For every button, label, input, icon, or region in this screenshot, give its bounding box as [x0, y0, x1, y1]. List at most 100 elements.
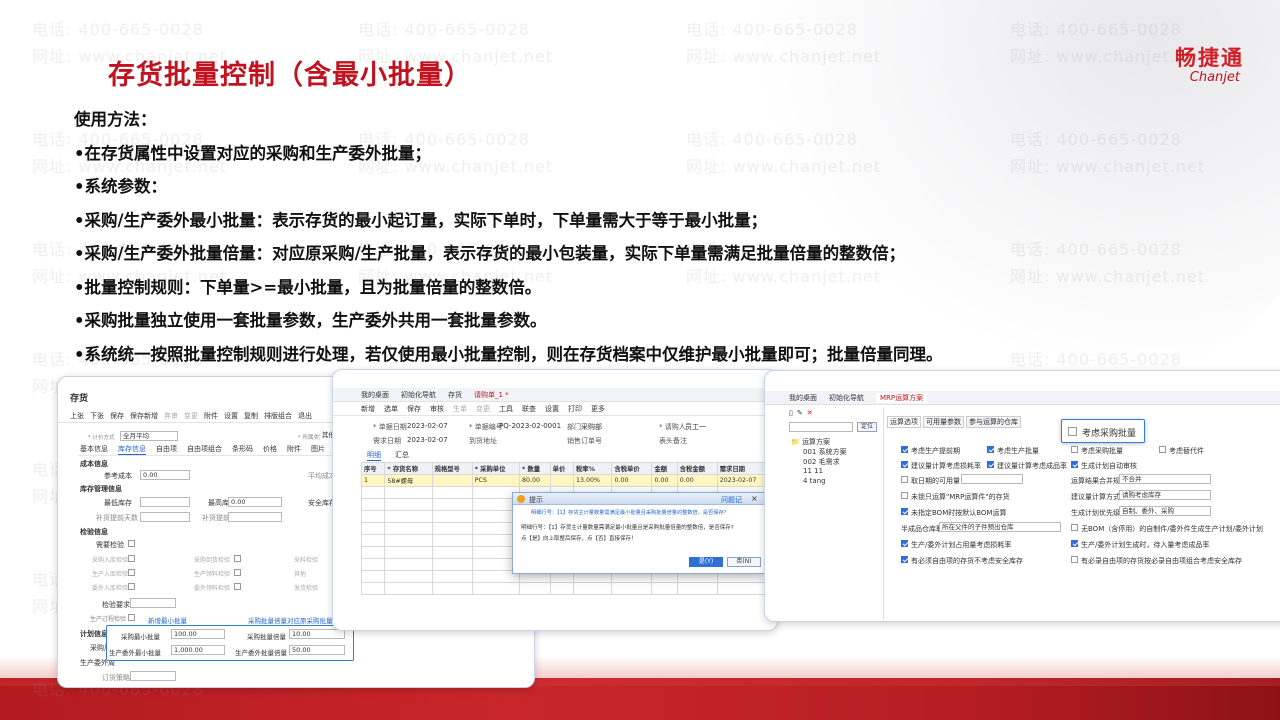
days1-input[interactable]: [140, 512, 190, 522]
tab-free[interactable]: 自由项: [156, 444, 177, 455]
toolbar-next[interactable]: 下张: [90, 411, 104, 421]
min-stock-input[interactable]: [140, 497, 190, 507]
opt-checkbox[interactable]: [901, 461, 908, 468]
subtab-warehouse[interactable]: 参与运算的仓库: [966, 416, 1021, 428]
opt-checkbox[interactable]: [987, 461, 994, 468]
opt-checkbox[interactable]: [1071, 540, 1078, 547]
max-stock-input[interactable]: 0.00: [228, 497, 282, 507]
toolbar-query[interactable]: 联查: [522, 404, 536, 414]
opt-checkbox[interactable]: [901, 476, 908, 483]
inspect-checkbox[interactable]: [128, 555, 135, 562]
tab-init-nav[interactable]: 初始化导航: [829, 393, 864, 403]
subtab-detail[interactable]: 明细: [367, 450, 381, 461]
delete-icon[interactable]: ✕: [807, 409, 813, 417]
inspect-checkbox[interactable]: [234, 583, 241, 590]
opt-checkbox[interactable]: [901, 556, 908, 563]
no-button[interactable]: 否(N): [727, 557, 761, 567]
edit-icon[interactable]: ✎: [797, 409, 803, 417]
opt-checkbox[interactable]: [901, 446, 908, 453]
tree-item[interactable]: 4 tang: [803, 477, 826, 485]
opt-checkbox[interactable]: [1071, 524, 1078, 531]
opt-checkbox[interactable]: [901, 492, 908, 499]
toolbar-select[interactable]: 选单: [384, 404, 398, 414]
toolbar-gen[interactable]: 生单: [453, 404, 467, 414]
callout-checkbox[interactable]: [1068, 427, 1077, 436]
toolbar-unapprove[interactable]: 弃审: [164, 411, 178, 421]
tab-image[interactable]: 图片: [311, 444, 325, 455]
docno-value[interactable]: PQ-2023-02-0001: [499, 422, 561, 430]
date-value[interactable]: 2023-02-07: [407, 422, 448, 430]
inspect-checkbox[interactable]: [234, 555, 241, 562]
toolbar-settings[interactable]: 设置: [545, 404, 559, 414]
semi-wh-select[interactable]: 所在父件的子件预出仓库: [939, 522, 1061, 532]
need-date-value[interactable]: 2023-02-07: [407, 436, 448, 444]
toolbar-prev[interactable]: 上张: [70, 411, 84, 421]
opt-checkbox[interactable]: [901, 508, 908, 515]
toolbar-print[interactable]: 打印: [568, 404, 582, 414]
splitter[interactable]: [883, 407, 884, 621]
toolbar-approve[interactable]: 审核: [430, 404, 444, 414]
toolbar-change[interactable]: 变更: [184, 411, 198, 421]
yes-button[interactable]: 是(Y): [689, 557, 723, 567]
tab-barcode[interactable]: 条形码: [232, 444, 253, 455]
toolbar-save[interactable]: 保存: [407, 404, 421, 414]
prod-min-input[interactable]: 1,000.00: [171, 645, 225, 655]
tab-desktop[interactable]: 我的桌面: [789, 393, 817, 403]
inspect-checkbox[interactable]: [128, 540, 135, 547]
tree-item[interactable]: 002 毛需求: [803, 457, 840, 467]
toolbar-layout[interactable]: 排版组合: [264, 411, 292, 421]
prod-mult-input[interactable]: 50.00: [289, 645, 345, 655]
tree-item[interactable]: 11 11: [803, 467, 823, 475]
tab-mrp[interactable]: MRP运算方案: [876, 392, 928, 403]
tree-item[interactable]: 001 系统方案: [803, 447, 847, 457]
tab-attach[interactable]: 附件: [287, 444, 301, 455]
prod-inspect-checkbox[interactable]: [128, 614, 135, 621]
locate-button[interactable]: 定位: [857, 422, 877, 432]
dialog-help[interactable]: 问题记: [721, 495, 742, 505]
table-row[interactable]: [360, 582, 774, 595]
tab-init-nav[interactable]: 初始化导航: [401, 390, 436, 400]
toolbar-copy[interactable]: 复制: [244, 411, 258, 421]
merge-rule-select[interactable]: 不合并: [1119, 474, 1211, 484]
ref-cost-input[interactable]: 0.00: [140, 470, 190, 480]
toolbar-settings[interactable]: 设置: [224, 411, 238, 421]
inspect-checkbox[interactable]: [128, 583, 135, 590]
toolbar-new[interactable]: 新增: [361, 404, 375, 414]
toolbar-more[interactable]: 更多: [591, 404, 605, 414]
subtab-available[interactable]: 可用量参数: [923, 416, 964, 428]
close-icon[interactable]: ×: [751, 494, 758, 503]
dept-value[interactable]: 采购部: [581, 422, 602, 432]
tab-request[interactable]: 请购单_1 *: [474, 390, 509, 400]
purchase-min-input[interactable]: 100.00: [171, 629, 225, 639]
inspect-checkbox[interactable]: [234, 569, 241, 576]
requester-value[interactable]: 员工一: [685, 422, 706, 432]
priority-select[interactable]: 自制、委外、采购: [1119, 506, 1211, 516]
opt-checkbox[interactable]: [1071, 446, 1078, 453]
toolbar-exit[interactable]: 退出: [298, 411, 312, 421]
toolbar-tools[interactable]: 工具: [499, 404, 513, 414]
opt-checkbox[interactable]: [1159, 446, 1166, 453]
tab-basic[interactable]: 基本信息: [80, 444, 108, 455]
opt-checkbox[interactable]: [901, 540, 908, 547]
toolbar-save[interactable]: 保存: [110, 411, 124, 421]
tree-root[interactable]: 📁 运算方案: [791, 437, 830, 447]
toolbar-change[interactable]: 变更: [476, 404, 490, 414]
purchase-mult-input[interactable]: 10.00: [289, 629, 345, 639]
toolbar-attach[interactable]: 附件: [204, 411, 218, 421]
opt-checkbox[interactable]: [987, 446, 994, 453]
tab-price[interactable]: 价格: [263, 444, 277, 455]
tab-stock[interactable]: 库存信息: [118, 444, 146, 455]
tab-inventory[interactable]: 存货: [448, 390, 462, 400]
days2-input[interactable]: [228, 512, 282, 522]
opt-checkbox[interactable]: [1071, 461, 1078, 468]
new-icon[interactable]: ▯: [789, 409, 793, 417]
order-policy-input[interactable]: [130, 671, 176, 681]
opt-checkbox[interactable]: [1071, 556, 1078, 563]
calc-method-select[interactable]: 请购考虑库存: [1119, 490, 1211, 500]
tab-desktop[interactable]: 我的桌面: [361, 390, 389, 400]
inspect-req-input[interactable]: [130, 598, 176, 608]
toolbar-save-new[interactable]: 保存新增: [130, 411, 158, 421]
subtab-options[interactable]: 运算选项: [887, 416, 921, 428]
subtab-summary[interactable]: 汇总: [395, 450, 409, 461]
table-row[interactable]: 1 58#螺母 PCS 80.00 13.00% 0.00 0.00 0.00 …: [360, 474, 774, 487]
